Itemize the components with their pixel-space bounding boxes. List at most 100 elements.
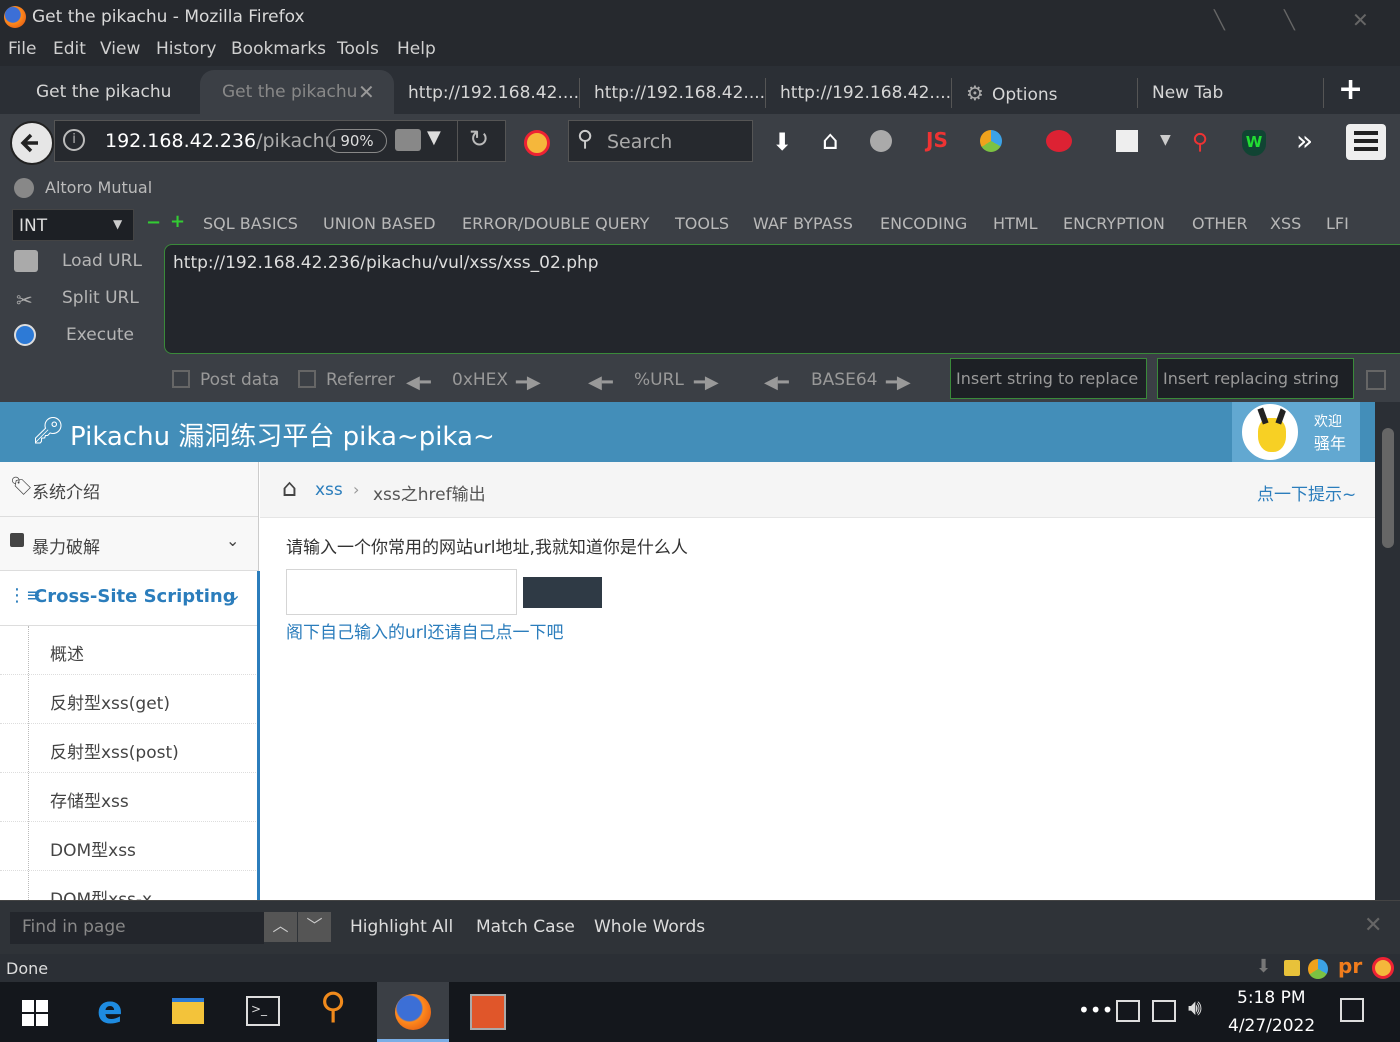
dropdown-arrow-icon[interactable]: ▼ bbox=[427, 127, 441, 148]
submenu-item[interactable]: 反射型xss(post) bbox=[0, 724, 258, 773]
menu-xss[interactable]: XSS bbox=[1270, 214, 1301, 233]
hamburger-menu-button[interactable] bbox=[1346, 124, 1386, 160]
terminal-icon[interactable]: >_ bbox=[246, 996, 280, 1026]
submenu-item[interactable]: DOM型xss bbox=[0, 822, 258, 871]
menu-encryption[interactable]: ENCRYPTION bbox=[1063, 214, 1165, 233]
menu-history[interactable]: History bbox=[156, 39, 216, 59]
execute-button[interactable]: Execute bbox=[66, 325, 134, 345]
dropdown-arrow-icon[interactable]: ▼ bbox=[1160, 132, 1171, 148]
home-icon[interactable]: ⌂ bbox=[822, 126, 839, 156]
screenshot-icon[interactable] bbox=[1116, 130, 1138, 152]
pdf-icon[interactable] bbox=[1284, 960, 1300, 976]
maximize-icon[interactable]: ╲ bbox=[1284, 10, 1295, 31]
whole-words-button[interactable]: Whole Words bbox=[594, 917, 705, 937]
tab-options[interactable]: ⚙ Options bbox=[952, 78, 1138, 108]
search-app-icon[interactable]: ⚲ bbox=[320, 986, 346, 1027]
clock-date[interactable]: 4/27/2022 bbox=[1228, 1016, 1315, 1036]
file-explorer-icon[interactable] bbox=[172, 998, 204, 1024]
addon-globe-icon[interactable] bbox=[870, 130, 892, 152]
clock-time[interactable]: 5:18 PM bbox=[1237, 988, 1306, 1008]
site-brand[interactable]: Pikachu 漏洞练习平台 pika~pika~ bbox=[70, 416, 495, 453]
tab-new[interactable]: New Tab bbox=[1138, 78, 1324, 108]
url-bar[interactable]: i 192.168.42.236/pikachu 90% ▼ ↻ bbox=[54, 120, 506, 162]
replacing-input[interactable]: Insert replacing string bbox=[1157, 358, 1354, 399]
windows-start-icon[interactable] bbox=[22, 1000, 48, 1026]
minimize-icon[interactable]: ╲ bbox=[1214, 10, 1225, 31]
network-icon[interactable] bbox=[1152, 1000, 1176, 1022]
burp-suite-icon[interactable] bbox=[470, 994, 506, 1030]
back-button[interactable] bbox=[10, 121, 54, 165]
tab-5[interactable]: http://192.168.42.... bbox=[766, 78, 952, 108]
menu-view[interactable]: View bbox=[100, 39, 140, 59]
menu-lfi[interactable]: LFI bbox=[1326, 214, 1349, 233]
highlight-all-button[interactable]: Highlight All bbox=[350, 917, 453, 937]
tab-1[interactable]: Get the pikachu bbox=[22, 70, 200, 114]
base64-right-arrow-icon[interactable]: ━▶ bbox=[886, 372, 911, 393]
noscript-icon[interactable] bbox=[524, 130, 550, 156]
menu-error-double-query[interactable]: ERROR/DOUBLE QUERY bbox=[462, 214, 649, 233]
submenu-item[interactable]: DOM型xss-x bbox=[0, 871, 258, 900]
menu-other[interactable]: OTHER bbox=[1192, 214, 1248, 233]
menu-bookmarks[interactable]: Bookmarks bbox=[231, 39, 326, 59]
close-findbar-icon[interactable]: ✕ bbox=[1364, 913, 1382, 938]
search-box[interactable]: ⚲ Search bbox=[568, 120, 753, 162]
page-action-icon[interactable] bbox=[395, 129, 421, 151]
wappalyzer-icon[interactable]: W bbox=[1242, 130, 1266, 156]
result-link[interactable]: 阁下自己输入的url还请自己点一下吧 bbox=[286, 618, 564, 643]
firefox-taskbar-button[interactable] bbox=[377, 982, 449, 1042]
find-next-icon[interactable]: ﹀ bbox=[298, 912, 331, 942]
url-right-arrow-icon[interactable]: ━▶ bbox=[694, 372, 719, 393]
post-data-checkbox[interactable] bbox=[172, 370, 190, 388]
page-scrollbar[interactable] bbox=[1375, 402, 1400, 900]
submenu-item[interactable]: 反射型xss(get) bbox=[0, 675, 258, 724]
download-icon[interactable]: ⬇ bbox=[772, 128, 792, 156]
menu-encoding[interactable]: ENCODING bbox=[880, 214, 967, 233]
match-case-button[interactable]: Match Case bbox=[476, 917, 575, 937]
tab-active[interactable]: Get the pikachu ✕ bbox=[200, 70, 394, 114]
sidebar-item-intro[interactable]: 🏷︎ 系统介绍 bbox=[0, 462, 258, 517]
new-tab-plus-icon[interactable]: + bbox=[1338, 72, 1363, 107]
reload-icon[interactable]: ↻ bbox=[469, 125, 489, 153]
overflow-dots-icon[interactable]: ••• bbox=[1078, 998, 1113, 1022]
menu-tools[interactable]: Tools bbox=[337, 39, 379, 59]
url-textarea[interactable]: http://192.168.42.236/pikachu/vul/xss/xs… bbox=[164, 244, 1400, 354]
plus-icon[interactable]: + bbox=[170, 211, 185, 232]
sidebar-item-brute-force[interactable]: 暴力破解 ⌄ bbox=[0, 517, 258, 571]
load-url-button[interactable]: Load URL bbox=[62, 251, 142, 271]
minus-icon[interactable]: − bbox=[146, 212, 161, 233]
sidebar-item-xss[interactable]: ⋮≡ Cross-Site Scripting ⌄ bbox=[0, 571, 258, 626]
replace-input[interactable]: Insert string to replace bbox=[950, 358, 1147, 399]
tab-3[interactable]: http://192.168.42.... bbox=[394, 78, 580, 108]
network-sync-icon[interactable] bbox=[1116, 1000, 1140, 1022]
menu-sql-basics[interactable]: SQL BASICS bbox=[203, 214, 298, 233]
proxy-switch-icon[interactable] bbox=[980, 130, 1002, 152]
breadcrumb-parent-link[interactable]: xss bbox=[315, 480, 343, 500]
download-status-icon[interactable]: ⬇ bbox=[1256, 956, 1271, 977]
tamper-icon[interactable] bbox=[1046, 130, 1072, 152]
close-window-icon[interactable]: ✕ bbox=[1352, 8, 1369, 32]
hex-left-arrow-icon[interactable]: ◀━ bbox=[406, 372, 431, 393]
tab-4[interactable]: http://192.168.42.... bbox=[580, 78, 766, 108]
js-toggle-icon[interactable]: JS bbox=[926, 128, 948, 152]
notification-icon[interactable] bbox=[1340, 998, 1364, 1022]
close-tab-icon[interactable]: ✕ bbox=[358, 70, 375, 114]
menu-html[interactable]: HTML bbox=[993, 214, 1038, 233]
menu-union-based[interactable]: UNION BASED bbox=[323, 214, 436, 233]
hex-right-arrow-icon[interactable]: ━▶ bbox=[516, 372, 541, 393]
home-icon[interactable]: ⌂ bbox=[282, 474, 297, 502]
url-input[interactable] bbox=[286, 569, 517, 615]
pr-icon[interactable]: pr bbox=[1338, 954, 1362, 978]
info-icon[interactable]: i bbox=[63, 129, 85, 151]
url-left-arrow-icon[interactable]: ◀━ bbox=[588, 372, 613, 393]
volume-icon[interactable]: 🔊︎ bbox=[1188, 996, 1202, 1021]
type-select[interactable]: INT ▼ bbox=[12, 209, 134, 241]
edge-icon[interactable]: e bbox=[97, 988, 123, 1032]
find-previous-icon[interactable]: ︿ bbox=[264, 912, 297, 942]
menu-waf-bypass[interactable]: WAF BYPASS bbox=[753, 214, 853, 233]
proxy-status-icon[interactable] bbox=[1308, 959, 1328, 979]
hint-link[interactable]: 点一下提示~ bbox=[1257, 480, 1356, 505]
submit-button[interactable] bbox=[523, 577, 602, 608]
submenu-item[interactable]: 概述 bbox=[0, 626, 258, 675]
menu-tools[interactable]: TOOLS bbox=[675, 214, 729, 233]
submenu-item[interactable]: 存储型xss bbox=[0, 773, 258, 822]
